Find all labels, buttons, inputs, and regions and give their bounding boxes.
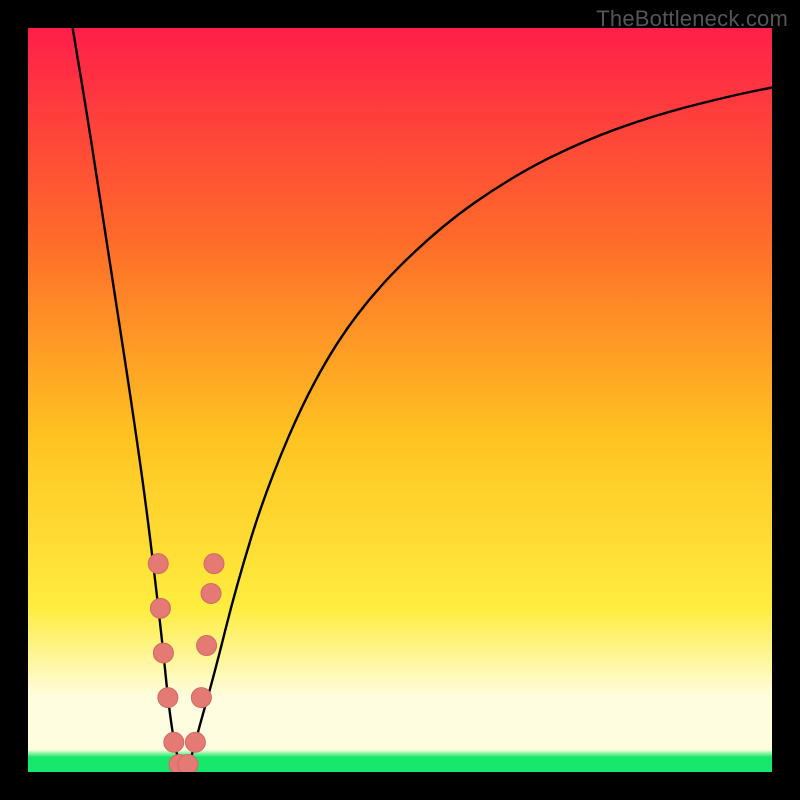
curve-marker	[204, 554, 224, 574]
curve-marker	[164, 732, 184, 752]
curve-layer	[28, 28, 772, 772]
chart-frame: TheBottleneck.com	[0, 0, 800, 800]
watermark-text: TheBottleneck.com	[596, 6, 788, 32]
curve-marker	[201, 583, 221, 603]
curve-marker	[153, 643, 173, 663]
curve-marker	[150, 598, 170, 618]
plot-area	[28, 28, 772, 772]
curve-marker	[148, 554, 168, 574]
curve-marker	[178, 755, 198, 772]
curve-markers	[148, 554, 224, 772]
curve-marker	[185, 732, 205, 752]
curve-marker	[191, 688, 211, 708]
curve-marker	[158, 688, 178, 708]
curve-marker	[197, 636, 217, 656]
bottleneck-curve	[73, 28, 772, 768]
